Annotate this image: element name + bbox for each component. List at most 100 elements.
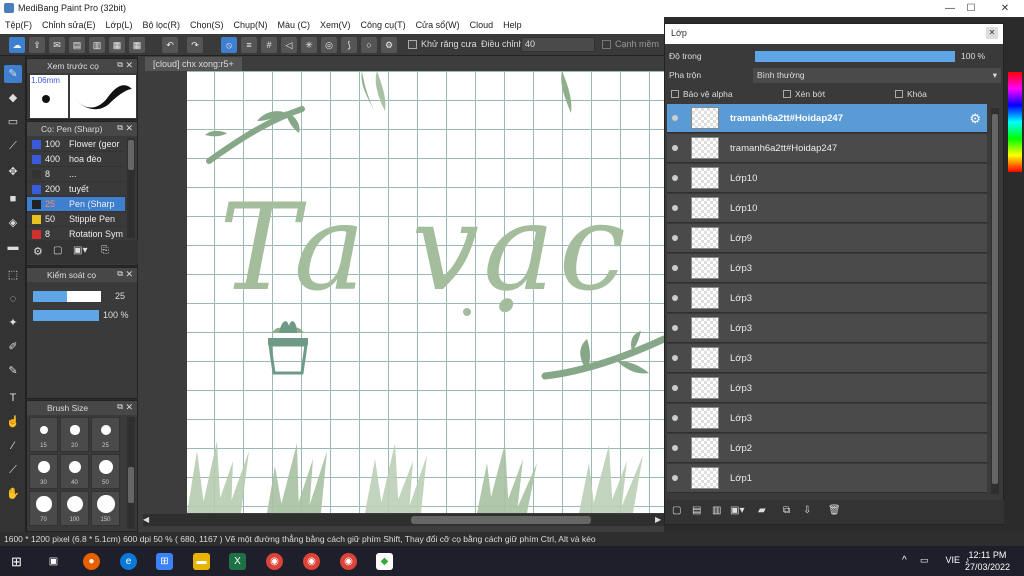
- visibility-eye-icon[interactable]: [672, 415, 678, 421]
- visibility-eye-icon[interactable]: [672, 145, 678, 151]
- lasso-tool-icon[interactable]: ◌: [4, 290, 22, 308]
- brush-tool-icon[interactable]: ✎: [4, 65, 22, 83]
- brush-list-item[interactable]: 8...: [27, 167, 125, 182]
- layer-item[interactable]: Lớp9: [667, 224, 987, 253]
- brush-list-item[interactable]: 100 Flower (geor: [27, 137, 125, 152]
- close-icon[interactable]: ✕: [125, 269, 133, 280]
- scroll-left-icon[interactable]: ◀: [143, 515, 149, 524]
- popout-icon[interactable]: ⧉: [117, 402, 123, 412]
- layer-opacity-slider[interactable]: [755, 51, 955, 62]
- snap-grid-icon[interactable]: #: [261, 37, 277, 53]
- snap-curve-icon[interactable]: ⟆: [341, 37, 357, 53]
- menu-color[interactable]: Màu (C): [273, 17, 316, 33]
- comment-icon[interactable]: ✉: [49, 37, 65, 53]
- redo-icon[interactable]: ↷: [187, 37, 203, 53]
- file-explorer-icon[interactable]: ▬: [193, 553, 210, 570]
- shape-tool-icon[interactable]: ▭: [4, 113, 22, 131]
- windows-start-icon[interactable]: ⊞: [8, 553, 25, 570]
- brush-list-scrollbar[interactable]: [127, 138, 135, 238]
- brush-size-option[interactable]: 30: [29, 454, 58, 489]
- scrollbar-thumb[interactable]: [411, 516, 591, 524]
- maximize-button[interactable]: ☐: [956, 0, 986, 17]
- divide-tool-icon[interactable]: ⁄: [4, 437, 22, 455]
- hand-tool-icon[interactable]: ✋: [4, 485, 22, 503]
- visibility-eye-icon[interactable]: [672, 265, 678, 271]
- select-tool-icon[interactable]: ⬚: [4, 266, 22, 284]
- visibility-eye-icon[interactable]: [672, 235, 678, 241]
- menu-file[interactable]: Tệp(F): [0, 17, 37, 33]
- store-icon[interactable]: ⊞: [156, 553, 173, 570]
- layer-item[interactable]: Lớp3: [667, 404, 987, 433]
- popout-icon[interactable]: ⧉: [117, 123, 123, 133]
- brush-size-option[interactable]: 150: [91, 491, 120, 526]
- layer-item[interactable]: tramanh6a2tt#Hoidap247 ⚙: [667, 104, 987, 133]
- menu-filter[interactable]: Bộ lọc(R): [137, 17, 185, 33]
- duplicate-layer-icon[interactable]: ⧉: [783, 505, 790, 516]
- layer-item[interactable]: Lớp3: [667, 344, 987, 373]
- close-icon[interactable]: ✕: [125, 60, 133, 71]
- close-icon[interactable]: ✕: [125, 402, 133, 413]
- menu-help[interactable]: Help: [498, 17, 527, 33]
- blend-mode-select[interactable]: Bình thường ▾: [753, 68, 1001, 83]
- network-icon[interactable]: ▭: [920, 555, 929, 566]
- add-layer-menu-icon[interactable]: ▣▾: [730, 505, 744, 516]
- medibang-icon[interactable]: ◆: [376, 553, 393, 570]
- snap-radial-icon[interactable]: ✳: [301, 37, 317, 53]
- select-pen-icon[interactable]: ✐: [4, 338, 22, 356]
- chrome-window-icon[interactable]: ◉: [340, 553, 357, 570]
- grid-icon[interactable]: ▦: [129, 37, 145, 53]
- menu-layer[interactable]: Lớp(L): [101, 17, 138, 33]
- text-tool-icon[interactable]: T: [4, 389, 22, 407]
- export-icon[interactable]: ⇪: [29, 37, 45, 53]
- snap-perspective-icon[interactable]: ◁: [281, 37, 297, 53]
- visibility-eye-icon[interactable]: [672, 175, 678, 181]
- canvas-horizontal-scrollbar[interactable]: [143, 514, 664, 526]
- brush-size-scrollbar[interactable]: [127, 417, 135, 529]
- brush-list-item[interactable]: 50 Stipple Pen: [27, 212, 125, 227]
- undo-icon[interactable]: ↶: [162, 37, 178, 53]
- brush-opacity-slider[interactable]: [33, 310, 99, 321]
- menu-view[interactable]: Xem(V): [315, 17, 356, 33]
- canvas-tab[interactable]: [cloud] chx xong:r5+: [145, 57, 242, 71]
- clipping-checkbox[interactable]: [783, 90, 791, 98]
- eraser-tool-icon[interactable]: ◆: [4, 89, 22, 107]
- snap-circle-icon[interactable]: ◎: [321, 37, 337, 53]
- select-eraser-icon[interactable]: ✎: [4, 362, 22, 380]
- smooth-edge-checkbox[interactable]: [602, 40, 611, 49]
- visibility-eye-icon[interactable]: [672, 475, 678, 481]
- brush-list-item[interactable]: 200 tuyết: [27, 182, 125, 197]
- gear-icon[interactable]: ⚙: [969, 111, 981, 127]
- snap-ellipse-icon[interactable]: ○: [361, 37, 377, 53]
- brush-list-item[interactable]: 400 hoa đèo: [27, 152, 125, 167]
- brush-size-slider[interactable]: [33, 291, 101, 302]
- chrome-profile-icon[interactable]: ◉: [303, 553, 320, 570]
- language-indicator[interactable]: VIE: [945, 555, 960, 565]
- layer-item[interactable]: Lớp3: [667, 254, 987, 283]
- popout-icon[interactable]: ⧉: [117, 269, 123, 279]
- move-tool-icon[interactable]: ✥: [4, 163, 22, 181]
- layer-item[interactable]: Lớp10: [667, 164, 987, 193]
- brush-settings-icon[interactable]: ⚙: [33, 245, 43, 258]
- task-view-icon[interactable]: ▣: [45, 553, 62, 570]
- brush-size-option[interactable]: 15: [29, 417, 58, 452]
- add-brush-icon[interactable]: ▣▾: [73, 245, 87, 256]
- panel-icon[interactable]: ▦: [109, 37, 125, 53]
- menu-window[interactable]: Cửa sổ(W): [411, 17, 465, 33]
- magic-wand-icon[interactable]: ✦: [4, 314, 22, 332]
- color-hue-bar[interactable]: [1008, 72, 1022, 172]
- menu-snap[interactable]: Chụp(N): [229, 17, 273, 33]
- brush-list-item[interactable]: 8 Rotation Sym: [27, 227, 125, 239]
- merge-down-icon[interactable]: ⇩: [803, 505, 811, 516]
- menu-cloud[interactable]: Cloud: [465, 17, 499, 33]
- brush-size-option[interactable]: 70: [29, 491, 58, 526]
- layer-item[interactable]: Lớp2: [667, 434, 987, 463]
- bucket-tool-icon[interactable]: ◈: [4, 214, 22, 232]
- brush-size-option[interactable]: 50: [91, 454, 120, 489]
- folder-icon[interactable]: ▰: [758, 505, 766, 516]
- menu-edit[interactable]: Chỉnh sửa(E): [37, 17, 101, 33]
- brush-size-option[interactable]: 100: [60, 491, 89, 526]
- chrome-icon[interactable]: ◉: [266, 553, 283, 570]
- snap-settings-icon[interactable]: ⚙: [381, 37, 397, 53]
- layer-item[interactable]: tramanh6a2tt#Hoidap247: [667, 134, 987, 163]
- delete-layer-icon[interactable]: 🗑: [828, 505, 841, 516]
